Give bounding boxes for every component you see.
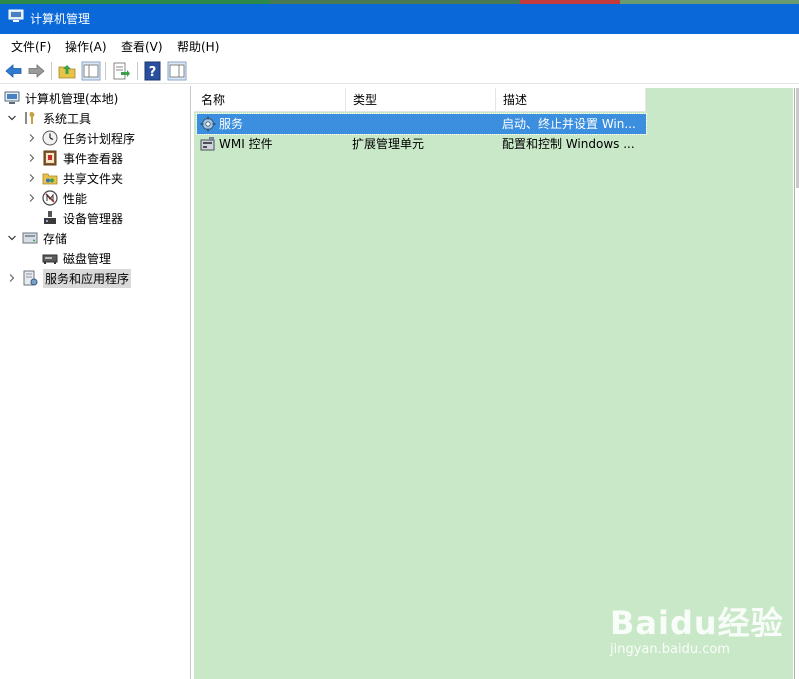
- tree-item-task-scheduler[interactable]: 任务计划程序: [26, 128, 135, 148]
- computer-management-icon: [8, 9, 24, 22]
- toolbar-separator: [137, 62, 138, 80]
- tree-item-shared-folders[interactable]: 共享文件夹: [26, 168, 123, 188]
- chevron-down-icon[interactable]: [6, 112, 18, 124]
- menu-view[interactable]: 查看(V): [121, 38, 163, 55]
- computer-management-icon: [4, 91, 20, 104]
- tree-item-label: 磁盘管理: [63, 251, 112, 266]
- tree-item-label: 设备管理器: [63, 211, 124, 226]
- list-row-services[interactable]: 服务 启动、终止并设置 Win...: [196, 113, 647, 135]
- toolbar-separator: [105, 62, 106, 80]
- show-hide-tree-icon[interactable]: [81, 61, 101, 81]
- title-bar-decoration: [0, 0, 270, 4]
- services-gear-icon: [200, 116, 216, 132]
- disk-management-icon: [42, 254, 58, 264]
- chevron-right-icon[interactable]: [26, 152, 38, 164]
- performance-icon: [42, 190, 58, 206]
- list-column-header: 名称 类型 描述: [194, 88, 646, 112]
- tree-item-label: 事件查看器: [63, 151, 124, 166]
- chevron-right-icon[interactable]: [26, 192, 38, 204]
- tree-item-label: 计算机管理(本地): [25, 91, 119, 106]
- title-bar-decoration: [520, 0, 620, 4]
- menu-help[interactable]: 帮助(H): [177, 38, 219, 55]
- chevron-right-icon[interactable]: [26, 132, 38, 144]
- watermark-url: jingyan.baidu.com: [610, 642, 730, 657]
- title-bar-decoration: [620, 0, 799, 4]
- tree-item-computer-management[interactable]: 计算机管理(本地): [4, 88, 118, 108]
- shared-folders-icon: [42, 173, 58, 185]
- services-applications-icon: [23, 270, 38, 286]
- tree-item-label: 系统工具: [43, 111, 92, 126]
- device-manager-icon: [44, 211, 56, 224]
- toolbar: ?: [0, 58, 799, 84]
- details-list-pane: 名称 类型 描述 服务 启动、终止并设置 Win... WMI 控件 扩展管理单…: [194, 88, 793, 679]
- tree-item-label: 存储: [43, 231, 68, 246]
- task-scheduler-icon: [42, 130, 58, 146]
- back-arrow-icon[interactable]: [4, 61, 24, 81]
- help-icon[interactable]: ?: [143, 61, 163, 81]
- forward-arrow-icon[interactable]: [26, 61, 46, 81]
- action-pane-icon[interactable]: [167, 61, 187, 81]
- column-header-description[interactable]: 描述: [496, 88, 646, 112]
- window-title: 计算机管理: [30, 12, 91, 26]
- list-cell-description: 启动、终止并设置 Win...: [502, 117, 636, 131]
- tree-item-device-manager[interactable]: 设备管理器: [42, 208, 123, 228]
- tree-item-disk-management[interactable]: 磁盘管理: [42, 248, 111, 268]
- tree-item-services-applications[interactable]: 服务和应用程序: [6, 268, 132, 288]
- navigation-tree: 计算机管理(本地) 系统工具 任务计划程序 事件查看器 共享文件夹 性能 设备管…: [0, 86, 191, 679]
- system-tools-icon: [25, 112, 35, 124]
- column-header-type[interactable]: 类型: [346, 88, 496, 112]
- list-row-wmi-control[interactable]: WMI 控件 扩展管理单元 配置和控制 Windows ...: [197, 134, 646, 154]
- chevron-right-icon[interactable]: [26, 172, 38, 184]
- baidu-jingyan-watermark: Baidu经验 jingyan.baidu.com: [610, 590, 790, 660]
- chevron-right-icon[interactable]: [6, 272, 18, 284]
- up-folder-icon[interactable]: [57, 61, 77, 81]
- tree-item-storage[interactable]: 存储: [6, 228, 67, 248]
- menu-file[interactable]: 文件(F): [11, 38, 51, 55]
- title-bar-decoration: [270, 0, 520, 4]
- svg-text:?: ?: [149, 65, 157, 80]
- wmi-control-icon: [200, 137, 215, 151]
- title-bar: 计算机管理: [0, 0, 799, 34]
- event-viewer-icon: [43, 150, 57, 166]
- menu-action[interactable]: 操作(A): [65, 38, 107, 55]
- tree-item-label: 服务和应用程序: [43, 268, 132, 288]
- export-list-icon[interactable]: [111, 61, 131, 81]
- watermark-brand: Baidu经验: [610, 604, 784, 642]
- list-cell-type: [352, 114, 497, 134]
- tree-item-system-tools[interactable]: 系统工具: [6, 108, 91, 128]
- tree-item-label: 任务计划程序: [63, 131, 136, 146]
- toolbar-separator: [51, 62, 52, 80]
- tree-item-event-viewer[interactable]: 事件查看器: [26, 148, 123, 168]
- list-cell-type: 扩展管理单元: [352, 137, 425, 151]
- column-header-name[interactable]: 名称: [194, 88, 346, 112]
- tree-item-label: 性能: [63, 191, 88, 206]
- tree-item-performance[interactable]: 性能: [26, 188, 87, 208]
- list-cell-name: 服务: [219, 117, 244, 131]
- tree-item-label: 共享文件夹: [63, 171, 124, 186]
- list-cell-description: 配置和控制 Windows ...: [502, 137, 635, 151]
- vertical-scrollbar[interactable]: [794, 88, 799, 679]
- menu-bar: 文件(F) 操作(A) 查看(V) 帮助(H): [0, 34, 799, 58]
- chevron-down-icon[interactable]: [6, 232, 18, 244]
- storage-icon: [22, 232, 38, 244]
- list-cell-name: WMI 控件: [219, 137, 273, 151]
